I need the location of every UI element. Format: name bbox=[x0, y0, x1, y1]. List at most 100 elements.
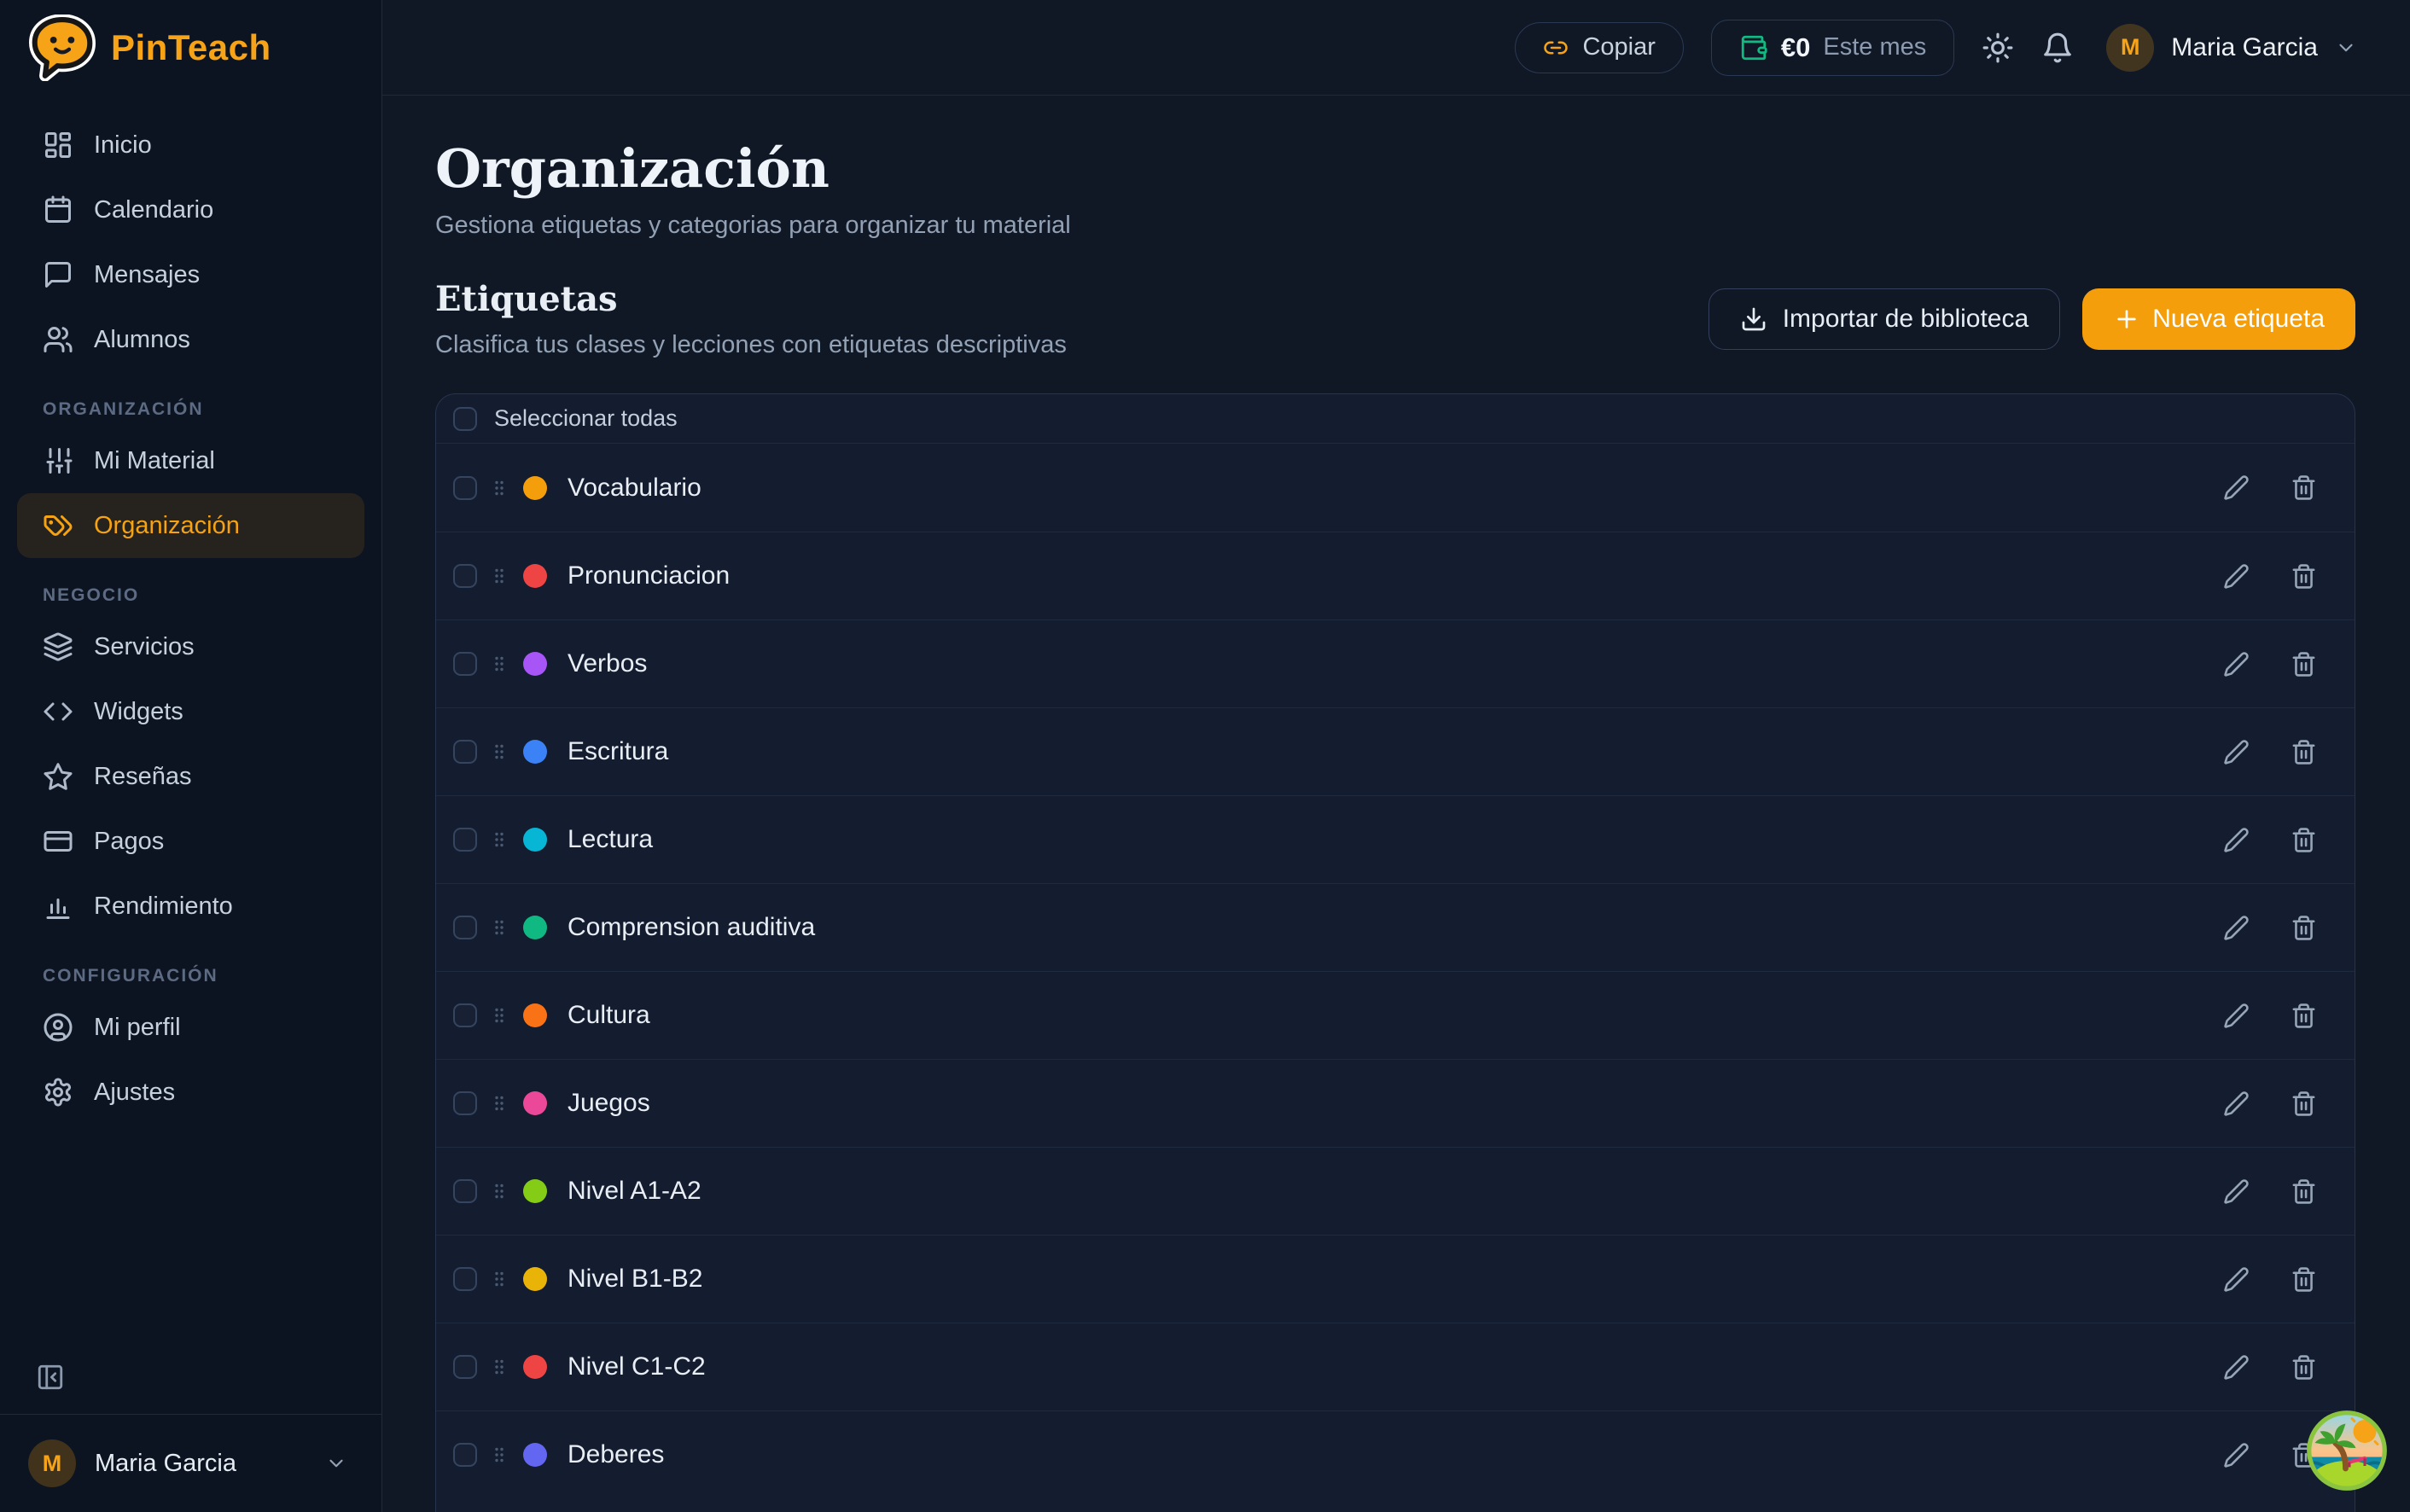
sidebar-item-widgets[interactable]: Widgets bbox=[0, 679, 381, 744]
sidebar-item-pagos[interactable]: Pagos bbox=[0, 809, 381, 874]
drag-handle-icon[interactable] bbox=[489, 1089, 509, 1118]
row-checkbox[interactable] bbox=[453, 828, 477, 852]
sidebar-item-rendimiento[interactable]: Rendimiento bbox=[0, 874, 381, 939]
row-checkbox[interactable] bbox=[453, 564, 477, 588]
drag-handle-icon[interactable] bbox=[489, 737, 509, 766]
theme-toggle-button[interactable] bbox=[1982, 32, 2014, 64]
trash-icon bbox=[2291, 1266, 2317, 1293]
edit-tag-button[interactable] bbox=[2223, 1442, 2250, 1468]
drag-handle-icon[interactable] bbox=[489, 1001, 509, 1030]
sidebar-user-menu[interactable]: M Maria Garcia bbox=[0, 1414, 381, 1512]
chevron-down-icon bbox=[2335, 37, 2357, 59]
sidebar-item-servicios[interactable]: Servicios bbox=[0, 614, 381, 679]
edit-tag-button[interactable] bbox=[2223, 827, 2250, 853]
row-checkbox[interactable] bbox=[453, 916, 477, 939]
row-checkbox[interactable] bbox=[453, 1179, 477, 1203]
drag-handle-icon[interactable] bbox=[489, 649, 509, 678]
import-label: Importar de biblioteca bbox=[1783, 305, 2029, 334]
new-tag-button[interactable]: Nueva etiqueta bbox=[2082, 288, 2355, 350]
delete-tag-button[interactable] bbox=[2291, 563, 2317, 590]
edit-tag-button[interactable] bbox=[2223, 474, 2250, 501]
edit-tag-button[interactable] bbox=[2223, 1354, 2250, 1381]
drag-handle-icon[interactable] bbox=[489, 1177, 509, 1206]
trash-icon bbox=[2291, 915, 2317, 941]
edit-tag-button[interactable] bbox=[2223, 1003, 2250, 1029]
drag-handle-icon[interactable] bbox=[489, 913, 509, 942]
chevron-down-icon bbox=[325, 1452, 347, 1474]
sidebar-item-resenas[interactable]: Reseñas bbox=[0, 744, 381, 809]
sidebar-item-calendario[interactable]: Calendario bbox=[0, 177, 381, 242]
select-all-label: Seleccionar todas bbox=[494, 405, 678, 432]
delete-tag-button[interactable] bbox=[2291, 474, 2317, 501]
header-user-menu[interactable]: M Maria Garcia bbox=[2106, 24, 2357, 72]
card-tail bbox=[436, 1498, 2355, 1512]
delete-tag-button[interactable] bbox=[2291, 651, 2317, 677]
students-icon bbox=[43, 324, 73, 355]
tag-name: Lectura bbox=[568, 825, 653, 854]
trash-icon bbox=[2291, 474, 2317, 501]
row-checkbox[interactable] bbox=[453, 652, 477, 676]
tag-color-dot bbox=[523, 1003, 547, 1027]
drag-handle-icon[interactable] bbox=[489, 825, 509, 854]
sidebar-item-mi-perfil[interactable]: Mi perfil bbox=[0, 995, 381, 1060]
tag-row: Nivel C1-C2 bbox=[436, 1323, 2355, 1410]
drag-handle-icon[interactable] bbox=[489, 1440, 509, 1469]
row-checkbox[interactable] bbox=[453, 1443, 477, 1467]
delete-tag-button[interactable] bbox=[2291, 739, 2317, 765]
sidebar-item-ajustes[interactable]: Ajustes bbox=[0, 1060, 381, 1125]
delete-tag-button[interactable] bbox=[2291, 1266, 2317, 1293]
copy-link-button[interactable]: Copiar bbox=[1515, 22, 1683, 73]
import-library-button[interactable]: Importar de biblioteca bbox=[1709, 288, 2061, 350]
notifications-button[interactable] bbox=[2041, 32, 2074, 64]
row-checkbox[interactable] bbox=[453, 476, 477, 500]
tag-row: Lectura bbox=[436, 795, 2355, 883]
etiquetas-title: Etiquetas bbox=[435, 279, 1067, 319]
sidebar-item-mi-material[interactable]: Mi Material bbox=[0, 428, 381, 493]
edit-tag-button[interactable] bbox=[2223, 1266, 2250, 1293]
tag-color-dot bbox=[523, 1443, 547, 1467]
sidebar-item-alumnos[interactable]: Alumnos bbox=[0, 307, 381, 372]
etiquetas-heading-block: Etiquetas Clasifica tus clases y leccion… bbox=[435, 279, 1067, 359]
app-logo[interactable]: PinTeach bbox=[0, 0, 381, 96]
tag-name: Escritura bbox=[568, 737, 668, 766]
edit-tag-button[interactable] bbox=[2223, 1090, 2250, 1117]
delete-tag-button[interactable] bbox=[2291, 827, 2317, 853]
row-checkbox[interactable] bbox=[453, 1267, 477, 1291]
collapse-sidebar-button[interactable] bbox=[31, 1358, 70, 1397]
performance-icon bbox=[43, 891, 73, 922]
earnings-button[interactable]: €0 Este mes bbox=[1711, 20, 1954, 76]
edit-tag-button[interactable] bbox=[2223, 651, 2250, 677]
row-checkbox[interactable] bbox=[453, 1355, 477, 1379]
sidebar-section-label: ORGANIZACIÓN bbox=[43, 399, 381, 420]
tag-name: Nivel C1-C2 bbox=[568, 1352, 706, 1381]
drag-handle-icon[interactable] bbox=[489, 1352, 509, 1381]
edit-tag-button[interactable] bbox=[2223, 1178, 2250, 1205]
drag-handle-icon[interactable] bbox=[489, 1265, 509, 1294]
sidebar-item-mensajes[interactable]: Mensajes bbox=[0, 242, 381, 307]
earnings-amount: €0 bbox=[1781, 32, 1810, 63]
tropical-island-badge[interactable] bbox=[2306, 1410, 2388, 1492]
drag-handle-icon[interactable] bbox=[489, 474, 509, 503]
edit-tag-button[interactable] bbox=[2223, 563, 2250, 590]
mascot-logo-icon bbox=[29, 15, 96, 81]
services-icon bbox=[43, 631, 73, 662]
row-checkbox[interactable] bbox=[453, 1091, 477, 1115]
sidebar-item-inicio[interactable]: Inicio bbox=[0, 113, 381, 177]
drag-handle-icon[interactable] bbox=[489, 561, 509, 590]
delete-tag-button[interactable] bbox=[2291, 1090, 2317, 1117]
row-checkbox[interactable] bbox=[453, 1003, 477, 1027]
dashboard-icon bbox=[43, 130, 73, 160]
edit-tag-button[interactable] bbox=[2223, 915, 2250, 941]
user-name: Maria Garcia bbox=[95, 1450, 306, 1478]
sidebar-item-organizacion[interactable]: Organización bbox=[17, 493, 364, 558]
delete-tag-button[interactable] bbox=[2291, 1354, 2317, 1381]
pencil-icon bbox=[2223, 827, 2250, 853]
row-checkbox[interactable] bbox=[453, 740, 477, 764]
tag-name: Verbos bbox=[568, 649, 647, 678]
sun-icon bbox=[1982, 32, 2014, 64]
delete-tag-button[interactable] bbox=[2291, 1003, 2317, 1029]
delete-tag-button[interactable] bbox=[2291, 1178, 2317, 1205]
edit-tag-button[interactable] bbox=[2223, 739, 2250, 765]
select-all-checkbox[interactable] bbox=[453, 407, 477, 431]
delete-tag-button[interactable] bbox=[2291, 915, 2317, 941]
